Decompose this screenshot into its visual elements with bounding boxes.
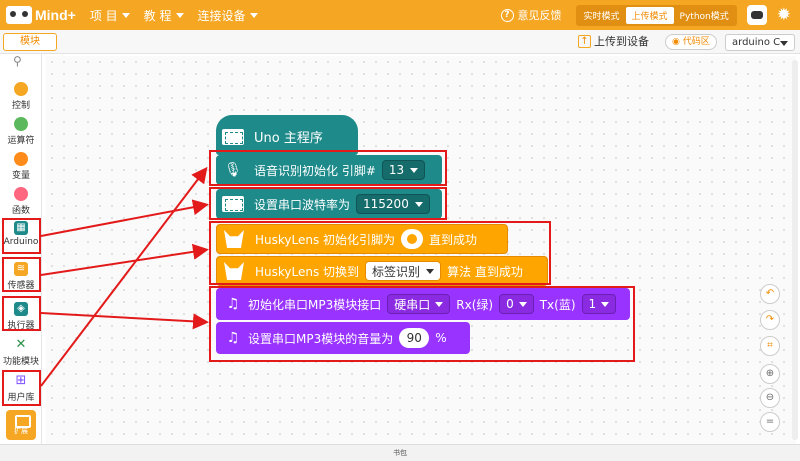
backpack-bar[interactable]: 书包: [0, 444, 800, 461]
zoom-in-icon[interactable]: ⊕: [760, 364, 780, 384]
sidebar-item-label: 功能模块: [2, 357, 39, 367]
highlight-box-serial: [209, 187, 447, 220]
menu-tutorial[interactable]: 教 程: [144, 7, 184, 24]
backpack-label: 书包: [393, 449, 407, 457]
logo-text: Mind+: [35, 7, 76, 23]
code-region-label: 代码区: [682, 37, 710, 47]
upload-label: 上传到设备: [594, 35, 649, 48]
sidebar-item-label: 变量: [11, 171, 30, 181]
zoom-reset-icon[interactable]: =: [760, 412, 780, 432]
extension-button[interactable]: 扩展: [6, 410, 36, 440]
tools-icon: ✕: [15, 337, 27, 352]
category-dot-icon: [14, 187, 28, 201]
chevron-down-icon: [249, 12, 258, 18]
board-select[interactable]: arduino C: [725, 34, 795, 51]
secondary-toolbar: 模块 ↑ 上传到设备 ◉ 代码区 arduino C: [0, 30, 800, 54]
menu-project-label: 项 目: [89, 8, 118, 23]
robot-logo-icon: [6, 6, 32, 24]
menu-connect-device[interactable]: 连接设备: [198, 7, 258, 24]
board-select-value: arduino C: [732, 37, 781, 48]
chevron-down-icon: [780, 41, 788, 46]
highlight-box-voice: [209, 150, 447, 186]
crop-icon[interactable]: ⌗: [760, 336, 780, 356]
mode-python[interactable]: Python模式: [674, 7, 735, 24]
hat-block-label: Uno 主程序: [254, 131, 323, 146]
code-region-toggle[interactable]: ◉ 代码区: [665, 34, 717, 50]
gear-icon[interactable]: ✹: [777, 0, 791, 30]
uno-board-icon: [222, 128, 244, 145]
feedback-button[interactable]: ? 意见反馈: [500, 7, 562, 23]
canvas-scrollbar[interactable]: [792, 60, 798, 440]
category-dot-icon: [14, 117, 28, 131]
mode-switch: 实时模式 上传模式 Python模式: [575, 4, 737, 26]
mode-upload[interactable]: 上传模式: [625, 6, 674, 24]
sidebar-item-variables[interactable]: 变量: [0, 152, 42, 181]
sidebar-item-label: 控制: [11, 101, 30, 111]
upload-icon: ↑: [578, 34, 591, 48]
search-icon[interactable]: ⚲: [13, 54, 22, 68]
extension-label: 扩展: [14, 427, 28, 435]
user-avatar[interactable]: [746, 5, 767, 25]
zoom-out-icon[interactable]: ⊖: [760, 388, 780, 408]
category-dot-icon: [14, 82, 28, 96]
highlight-box-actuators: [2, 296, 41, 331]
sidebar-item-functions[interactable]: 函数: [0, 187, 42, 216]
menu-tutorial-label: 教 程: [143, 8, 172, 23]
highlight-box-user-library: [2, 370, 41, 406]
menu-connect-label: 连接设备: [197, 8, 246, 23]
main-menu: 项 目 教 程 连接设备: [90, 7, 272, 24]
sidebar-item-operators[interactable]: 运算符: [0, 117, 42, 146]
top-right-controls: ? 意见反馈 实时模式 上传模式 Python模式 ✹: [500, 0, 800, 30]
tab-modules[interactable]: 模块: [3, 33, 57, 51]
category-dot-icon: [14, 152, 28, 166]
sidebar-item-label: 运算符: [7, 136, 35, 146]
highlight-box-huskylens: [209, 221, 551, 285]
help-icon: ?: [500, 8, 514, 22]
upload-to-device-button[interactable]: ↑ 上传到设备: [578, 33, 649, 49]
sidebar-item-label: 函数: [11, 206, 30, 216]
highlight-box-arduino: [2, 218, 41, 254]
feedback-label: 意见反馈: [517, 9, 562, 22]
chevron-down-icon: [175, 12, 184, 18]
mode-realtime[interactable]: 实时模式: [578, 7, 626, 24]
highlight-box-mp3: [209, 286, 635, 362]
main-program-hat-block[interactable]: Uno 主程序: [216, 115, 358, 155]
sidebar-item-control[interactable]: 控制: [0, 82, 42, 111]
undo-icon[interactable]: ↶: [760, 284, 780, 304]
menu-project[interactable]: 项 目: [90, 7, 130, 24]
sidebar-item-function-modules[interactable]: ✕ 功能模块: [0, 337, 42, 368]
chevron-down-icon: [121, 12, 130, 18]
redo-icon[interactable]: ↷: [760, 310, 780, 330]
app-logo: Mind+: [6, 0, 76, 30]
highlight-box-sensors: [2, 257, 41, 292]
top-bar: Mind+ 项 目 教 程 连接设备 ? 意见反馈 实时模式 上传模式 Pyth…: [0, 0, 800, 30]
